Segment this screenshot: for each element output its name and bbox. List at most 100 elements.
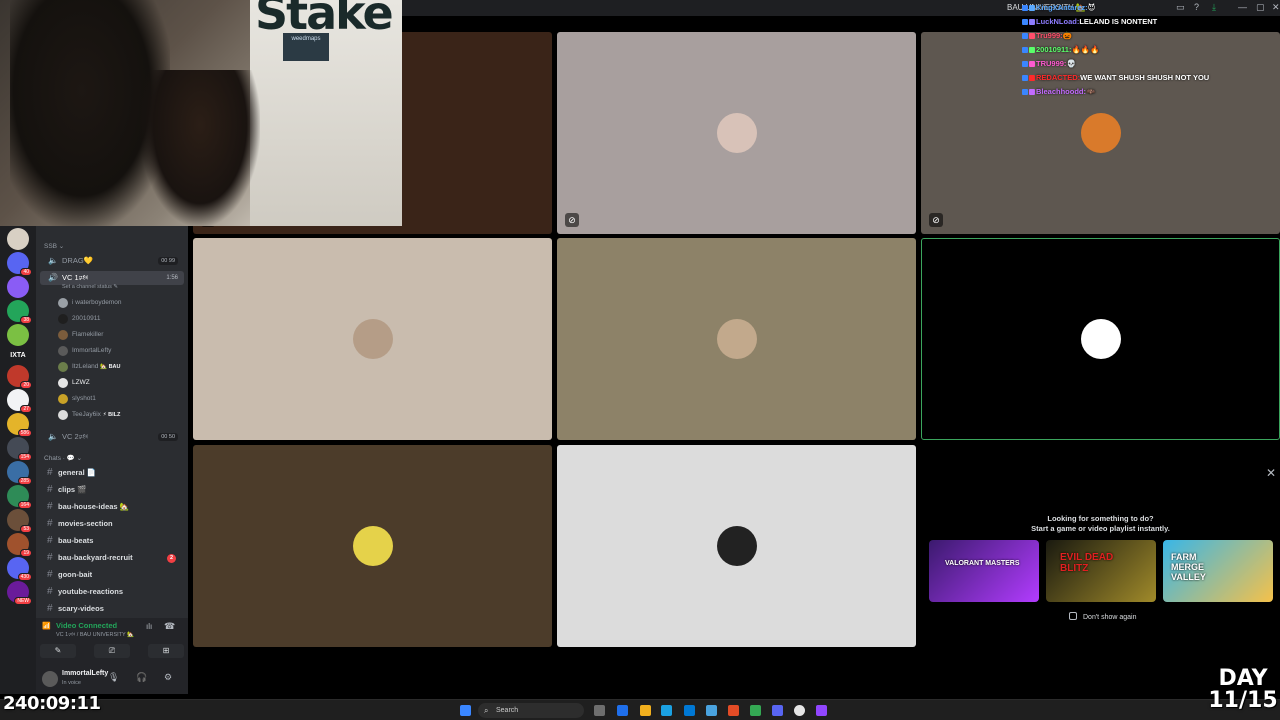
server-icon[interactable]	[7, 324, 29, 346]
text-channel[interactable]: # movies-section	[40, 516, 184, 532]
category-chats[interactable]: Chats · 💬 ⌄	[44, 454, 82, 462]
chat-username: TRU999:	[1036, 59, 1067, 68]
discord-icon[interactable]	[772, 705, 783, 716]
chrome-icon[interactable]	[750, 705, 761, 716]
channel-name: bau-beats	[58, 536, 94, 545]
participant-video-tile[interactable]	[557, 445, 916, 647]
settings-gear-icon[interactable]: ⚙	[164, 672, 172, 683]
copilot-icon[interactable]	[617, 705, 628, 716]
server-icon[interactable]: 430	[7, 557, 32, 581]
server-icon[interactable]: 19	[7, 533, 32, 557]
twitch-icon[interactable]	[816, 705, 827, 716]
voice-channel-vc1[interactable]: 🔊 VC 1🕬 1:56	[40, 271, 184, 285]
server-icon[interactable]: 154	[7, 437, 32, 461]
server-icon-text[interactable]: IXTA	[0, 352, 36, 359]
voice-member[interactable]: i waterboydemon	[58, 296, 184, 310]
participant-video-tile[interactable]	[193, 238, 552, 440]
participant-video-tile[interactable]: ⊘	[557, 32, 916, 234]
server-icon[interactable]: 27	[7, 389, 32, 413]
server-icon[interactable]: 38	[7, 300, 32, 324]
text-channel[interactable]: # bau-beats	[40, 533, 184, 549]
participant-video-tile[interactable]	[557, 238, 916, 440]
chat-badge-icon	[1022, 5, 1028, 11]
server-icon[interactable]: 40	[7, 252, 32, 276]
voice-member[interactable]: TeeJay6ix ⚡ BILZ	[58, 408, 184, 422]
server-icon[interactable]	[7, 228, 29, 250]
edge-icon[interactable]	[661, 705, 672, 716]
connection-location[interactable]: VC 1🕬 / BAU UNIVERSITY 🏡	[56, 631, 134, 640]
obs-icon[interactable]	[794, 705, 805, 716]
game-card-valorant[interactable]: VALORANT MASTERS	[929, 540, 1039, 602]
voice-member[interactable]: LZWZ	[58, 376, 184, 390]
chat-text: WE WANT SHUSH SHUSH NOT YOU	[1080, 73, 1210, 82]
text-channel[interactable]: # general 📄	[40, 465, 184, 481]
voice-member[interactable]: ItzLeland 🏡 BAU	[58, 360, 184, 374]
voice-channel-name: VC 1🕬	[62, 273, 89, 282]
speaker-icon: 🔈	[48, 432, 58, 441]
category-ssb[interactable]: SSB ⌄	[44, 242, 64, 250]
signal-icon[interactable]: 📶	[42, 622, 51, 630]
hashtag-icon: #	[47, 467, 53, 478]
task-view-icon[interactable]	[594, 705, 605, 716]
checkbox-icon[interactable]	[1069, 612, 1077, 620]
disconnect-icon[interactable]: ☎	[164, 621, 175, 632]
voice-channel-vc2[interactable]: 🔈 VC 2🕬 00 50	[40, 430, 184, 444]
text-channel[interactable]: # scary-videos	[40, 601, 184, 617]
participant-video-tile[interactable]	[921, 238, 1280, 440]
voice-member[interactable]: ImmortalLefty	[58, 344, 184, 358]
text-channel[interactable]: # youtube-reactions	[40, 584, 184, 600]
server-icon[interactable]: 586	[7, 413, 32, 437]
text-channel[interactable]: # bau-house-ideas 🏡	[40, 499, 184, 515]
voice-member[interactable]: slyshot1	[58, 392, 184, 406]
server-icon[interactable]: 53	[7, 509, 32, 533]
voice-channel-drag[interactable]: 🔈 DRAG💛 00 99	[40, 254, 184, 268]
close-window-button[interactable]: ✕	[1272, 2, 1280, 13]
windows-start-icon[interactable]	[460, 705, 471, 716]
avatar[interactable]	[42, 671, 58, 687]
server-icon[interactable]: 20	[7, 365, 32, 389]
store-icon[interactable]	[684, 705, 695, 716]
chat-message: Bleachhoodd:🦇	[1022, 85, 1209, 99]
voice-member[interactable]: 20010911	[58, 312, 184, 326]
member-name: i waterboydemon	[72, 299, 122, 306]
game-title: EVIL DEAD BLITZ	[1060, 552, 1114, 574]
chat-text: 🦇	[1086, 87, 1096, 96]
text-channel[interactable]: # bau-backyard-recruit 2	[40, 550, 184, 566]
server-mention-badge: 53	[20, 525, 32, 533]
camera-off-button[interactable]: ✎	[40, 644, 76, 658]
noise-suppression-icon[interactable]: ılı	[146, 622, 152, 631]
channel-sidebar: SSB ⌄ 🔈 DRAG💛 00 99 🔊 VC 1🕬 1:56 Set a c…	[36, 226, 188, 694]
channel-user-count: 00 99	[158, 257, 178, 265]
channel-status[interactable]: Set a channel status ✎	[62, 284, 118, 290]
server-icon[interactable]	[7, 276, 29, 298]
game-title: VALORANT MASTERS	[945, 560, 1020, 567]
game-card-evil-dead[interactable]: EVIL DEAD BLITZ	[1046, 540, 1156, 602]
server-icon[interactable]: 164	[7, 485, 32, 509]
chat-text: 😈	[1087, 3, 1096, 12]
chat-message: 20010911:🔥🔥🔥	[1022, 43, 1209, 57]
download-icon[interactable]: ⤓	[1212, 2, 1216, 13]
day-label: DAY	[1218, 666, 1268, 691]
server-icon[interactable]: NEW	[7, 581, 32, 605]
microphone-icon[interactable]: 🎙	[108, 672, 119, 683]
minimize-button[interactable]: —	[1238, 2, 1247, 12]
chat-username: Bleachhoodd:	[1036, 87, 1086, 96]
dont-show-again-checkbox[interactable]: Don't show again	[1069, 612, 1136, 621]
channel-name: bau-backyard-recruit	[58, 553, 133, 562]
text-channel[interactable]: # clips 🎬	[40, 482, 184, 498]
screen-share-button[interactable]: ⎚	[94, 644, 130, 658]
mail-icon[interactable]	[706, 705, 717, 716]
headphones-icon[interactable]: 🎧	[136, 672, 147, 683]
text-channel[interactable]: # goon-bait	[40, 567, 184, 583]
close-icon[interactable]: ✕	[1266, 466, 1276, 480]
speaker-icon: 🔈	[48, 256, 58, 265]
voice-member[interactable]: Flamekiller	[58, 328, 184, 342]
taskbar-search[interactable]: ⌕ Search	[478, 703, 584, 718]
activities-button[interactable]: ⊞	[148, 644, 184, 658]
file-explorer-icon[interactable]	[640, 705, 651, 716]
game-card-farm-merge-valley[interactable]: FARM MERGE VALLEY	[1163, 540, 1273, 602]
app-icon[interactable]	[728, 705, 739, 716]
maximize-button[interactable]: ▢	[1256, 2, 1265, 13]
server-icon[interactable]: 285	[7, 461, 32, 485]
participant-video-tile[interactable]	[193, 445, 552, 647]
